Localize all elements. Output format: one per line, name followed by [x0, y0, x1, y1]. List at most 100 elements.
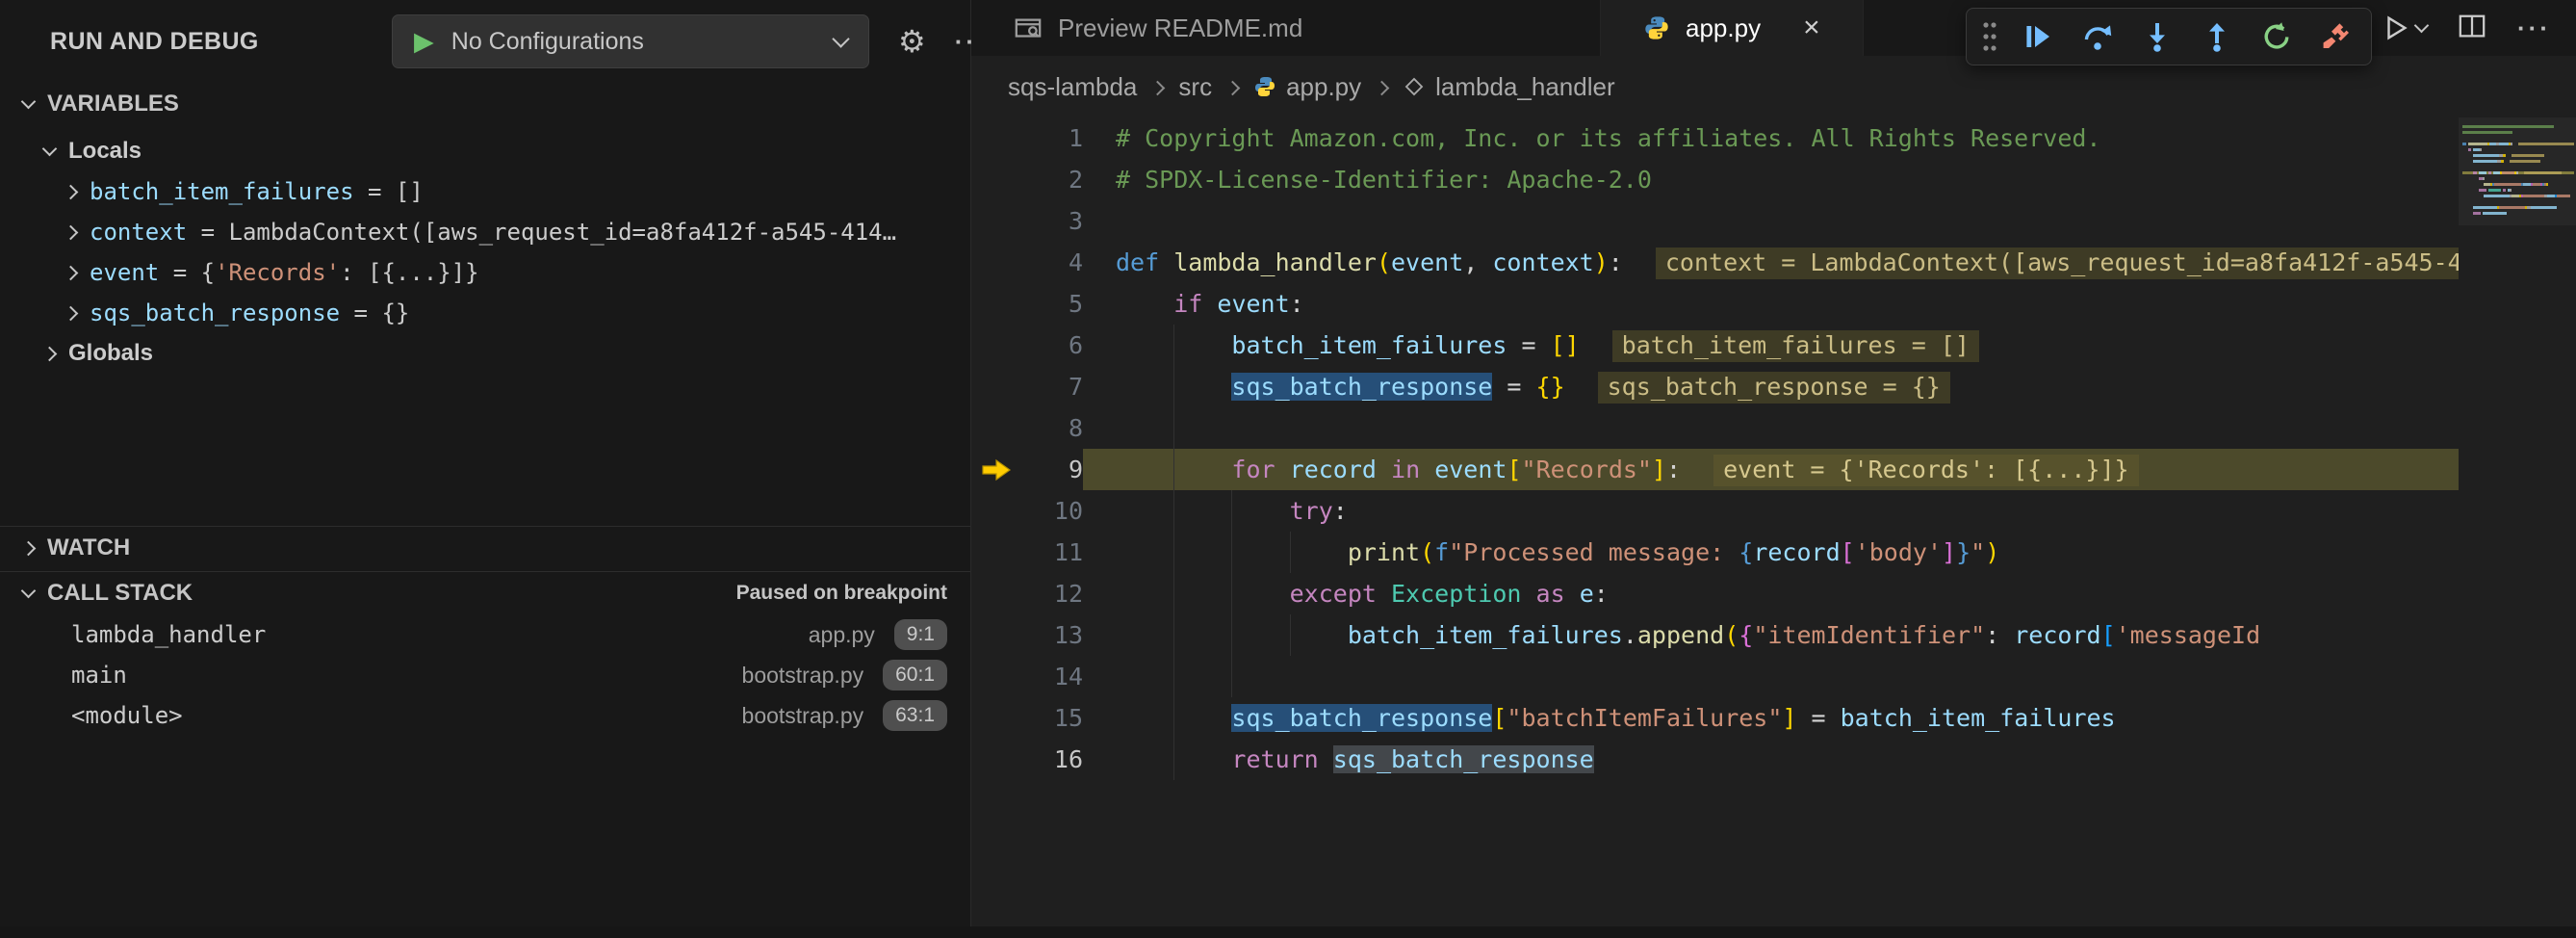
- breakpoint-margin[interactable]: [971, 490, 1021, 532]
- step-over-icon[interactable]: [2073, 14, 2123, 59]
- chevron-down-icon[interactable]: [2414, 17, 2430, 33]
- globals-scope-node[interactable]: Globals: [0, 333, 970, 374]
- breadcrumb-item-symbol[interactable]: lambda_handler: [1403, 72, 1614, 102]
- line-number[interactable]: 2: [1021, 159, 1083, 200]
- breadcrumb-item-project[interactable]: sqs-lambda: [1008, 72, 1137, 102]
- code-line[interactable]: 5 if event:: [971, 283, 2576, 325]
- code-line[interactable]: 4def lambda_handler(event, context):cont…: [971, 242, 2576, 283]
- variable-row[interactable]: batch_item_failures = []: [0, 171, 970, 212]
- locals-scope-node[interactable]: Locals: [0, 131, 970, 171]
- breadcrumb-item-folder[interactable]: src: [1178, 72, 1212, 102]
- code-line-text[interactable]: for record in event["Records"]:event = {…: [1083, 449, 2576, 490]
- breakpoint-margin[interactable]: [971, 242, 1021, 283]
- watch-section-header[interactable]: WATCH: [0, 527, 970, 569]
- line-number[interactable]: 8: [1021, 407, 1083, 449]
- stack-frame[interactable]: mainbootstrap.py60:1: [0, 655, 970, 695]
- code-line-text[interactable]: def lambda_handler(event, context):conte…: [1083, 242, 2576, 283]
- breakpoint-margin[interactable]: [971, 656, 1021, 697]
- step-into-icon[interactable]: [2132, 14, 2182, 59]
- line-number[interactable]: 7: [1021, 366, 1083, 407]
- minimap[interactable]: [2459, 117, 2576, 938]
- breakpoint-margin[interactable]: [971, 407, 1021, 449]
- code-line-text[interactable]: sqs_batch_response["batchItemFailures"] …: [1083, 697, 2576, 739]
- code-line[interactable]: 8: [971, 407, 2576, 449]
- current-line-arrow-icon[interactable]: [971, 449, 1021, 490]
- line-number[interactable]: 15: [1021, 697, 1083, 739]
- line-number[interactable]: 3: [1021, 200, 1083, 242]
- code-line-text[interactable]: # SPDX-License-Identifier: Apache-2.0: [1083, 159, 2576, 200]
- line-number[interactable]: 1: [1021, 117, 1083, 159]
- code-line[interactable]: 3: [971, 200, 2576, 242]
- line-number[interactable]: 9: [1021, 449, 1083, 490]
- split-editor-icon[interactable]: [2458, 12, 2486, 45]
- breakpoint-margin[interactable]: [971, 614, 1021, 656]
- breakpoint-margin[interactable]: [971, 366, 1021, 407]
- line-number[interactable]: 12: [1021, 573, 1083, 614]
- code-line[interactable]: 7 sqs_batch_response = {}sqs_batch_respo…: [971, 366, 2576, 407]
- breakpoint-margin[interactable]: [971, 200, 1021, 242]
- editor-more-actions-icon[interactable]: ···: [2517, 15, 2551, 40]
- code-line[interactable]: 12 except Exception as e:: [971, 573, 2576, 614]
- breadcrumb-item-file[interactable]: app.py: [1253, 72, 1361, 102]
- line-number[interactable]: 10: [1021, 490, 1083, 532]
- code-line-text[interactable]: [1083, 407, 2576, 449]
- disconnect-icon[interactable]: [2311, 14, 2361, 59]
- variables-section-header[interactable]: VARIABLES: [0, 83, 970, 125]
- run-python-file-button[interactable]: [2382, 13, 2427, 42]
- code-line-text[interactable]: batch_item_failures = []batch_item_failu…: [1083, 325, 2576, 366]
- breakpoint-margin[interactable]: [971, 117, 1021, 159]
- code-line[interactable]: 9 for record in event["Records"]:event =…: [971, 449, 2576, 490]
- code-line[interactable]: 14: [971, 656, 2576, 697]
- code-line-text[interactable]: except Exception as e:: [1083, 573, 2576, 614]
- code-token: :: [1333, 497, 1348, 525]
- line-number[interactable]: 16: [1021, 739, 1083, 780]
- breakpoint-margin[interactable]: [971, 325, 1021, 366]
- restart-icon[interactable]: [2252, 14, 2302, 59]
- continue-icon[interactable]: [2013, 14, 2063, 59]
- code-line[interactable]: 11 print(f"Processed message: {record['b…: [971, 532, 2576, 573]
- gripper-icon[interactable]: [1976, 19, 2003, 54]
- call-stack-section-header[interactable]: CALL STACK Paused on breakpoint: [0, 572, 970, 614]
- gear-icon[interactable]: ⚙: [898, 26, 926, 57]
- code-line[interactable]: 15 sqs_batch_response["batchItemFailures…: [971, 697, 2576, 739]
- breakpoint-margin[interactable]: [971, 573, 1021, 614]
- variable-row[interactable]: sqs_batch_response = {}: [0, 293, 970, 333]
- line-number[interactable]: 14: [1021, 656, 1083, 697]
- code-line[interactable]: 6 batch_item_failures = []batch_item_fai…: [971, 325, 2576, 366]
- code-line-text[interactable]: batch_item_failures.append({"itemIdentif…: [1083, 614, 2576, 656]
- debug-config-dropdown[interactable]: ▶ No Configurations: [392, 14, 869, 68]
- variable-row[interactable]: event = {'Records': [{...}]}: [0, 252, 970, 293]
- breakpoint-margin[interactable]: [971, 532, 1021, 573]
- tab-preview-readme[interactable]: Preview README.md: [971, 0, 1601, 56]
- line-number[interactable]: 13: [1021, 614, 1083, 656]
- breakpoint-margin[interactable]: [971, 283, 1021, 325]
- code-line-text[interactable]: [1083, 200, 2576, 242]
- code-line-text[interactable]: try:: [1083, 490, 2576, 532]
- code-editor[interactable]: 1# Copyright Amazon.com, Inc. or its aff…: [971, 117, 2576, 938]
- stack-frame[interactable]: <module>bootstrap.py63:1: [0, 695, 970, 736]
- breakpoint-margin[interactable]: [971, 739, 1021, 780]
- line-number[interactable]: 4: [1021, 242, 1083, 283]
- stack-frame[interactable]: lambda_handlerapp.py9:1: [0, 614, 970, 655]
- step-out-icon[interactable]: [2192, 14, 2242, 59]
- breakpoint-margin[interactable]: [971, 697, 1021, 739]
- code-line-text[interactable]: if event:: [1083, 283, 2576, 325]
- code-line-text[interactable]: print(f"Processed message: {record['body…: [1083, 532, 2576, 573]
- tab-close-icon[interactable]: ×: [1803, 13, 1820, 42]
- code-line-text[interactable]: # Copyright Amazon.com, Inc. or its affi…: [1083, 117, 2576, 159]
- code-line[interactable]: 10 try:: [971, 490, 2576, 532]
- line-number[interactable]: 6: [1021, 325, 1083, 366]
- variable-row[interactable]: context = LambdaContext([aws_request_id=…: [0, 212, 970, 252]
- code-line-text[interactable]: sqs_batch_response = {}sqs_batch_respons…: [1083, 366, 2576, 407]
- code-line[interactable]: 13 batch_item_failures.append({"itemIden…: [971, 614, 2576, 656]
- tab-app-py[interactable]: app.py ×: [1601, 0, 1864, 56]
- code-line-text[interactable]: [1083, 656, 2576, 697]
- code-line[interactable]: 2# SPDX-License-Identifier: Apache-2.0: [971, 159, 2576, 200]
- start-debugging-icon[interactable]: ▶: [414, 29, 434, 55]
- code-line[interactable]: 16 return sqs_batch_response: [971, 739, 2576, 780]
- code-line-text[interactable]: return sqs_batch_response: [1083, 739, 2576, 780]
- code-line[interactable]: 1# Copyright Amazon.com, Inc. or its aff…: [971, 117, 2576, 159]
- line-number[interactable]: 11: [1021, 532, 1083, 573]
- breakpoint-margin[interactable]: [971, 159, 1021, 200]
- line-number[interactable]: 5: [1021, 283, 1083, 325]
